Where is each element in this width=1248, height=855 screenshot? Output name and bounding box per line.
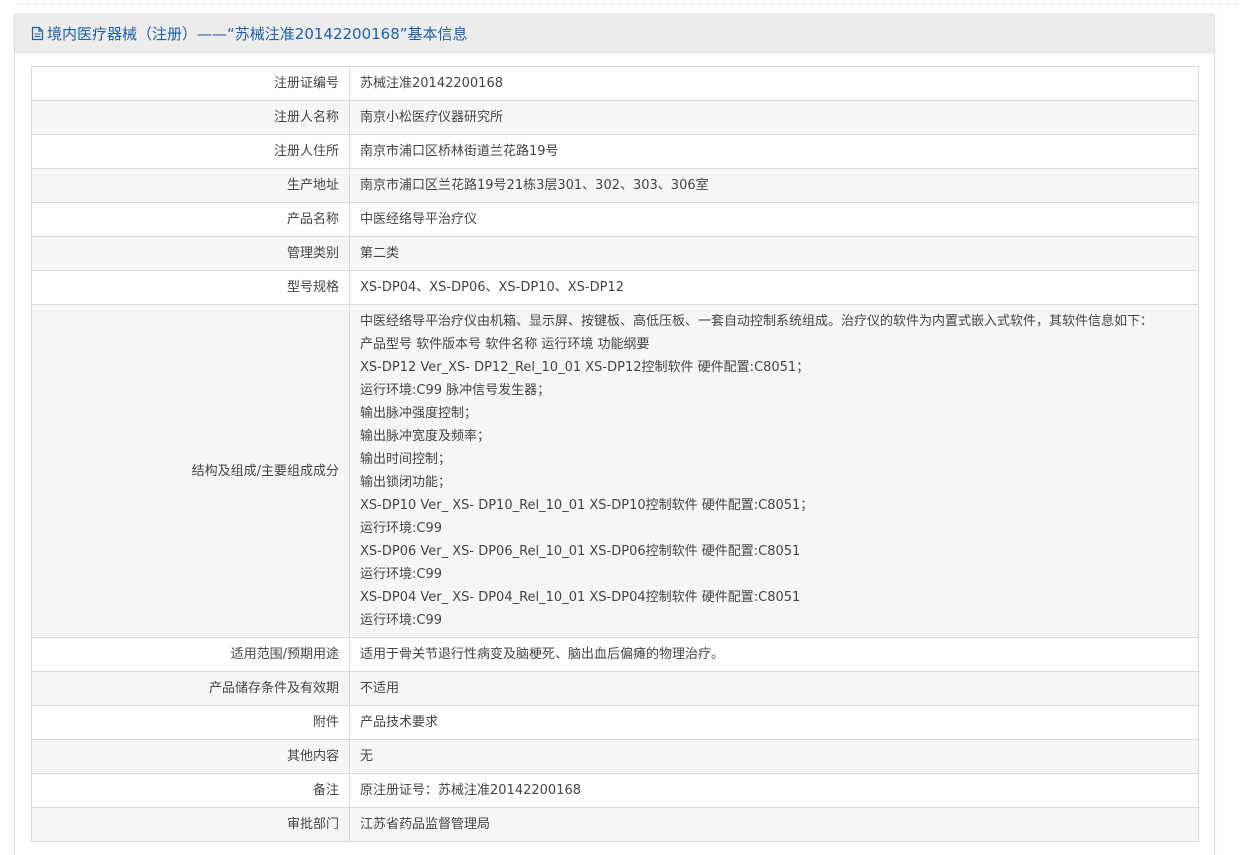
- value-line: 运行环境:C99: [360, 521, 442, 536]
- field-value: 南京市浦口区兰花路19号21栋3层301、302、303、306室: [349, 168, 1199, 203]
- field-value: 无: [349, 739, 1199, 774]
- table-row: 适用范围/预期用途 适用于骨关节退行性病变及脑梗死、脑出血后偏瘫的物理治疗。: [31, 637, 1199, 672]
- table-row: 产品名称 中医经络导平治疗仪: [31, 202, 1199, 237]
- value-line: 输出脉冲强度控制；: [360, 406, 478, 421]
- table-row: 附件 产品技术要求: [31, 705, 1199, 740]
- value-line: 中医经络导平治疗仪由机箱、显示屏、按键板、高低压板、一套自动控制系统组成。治疗仪…: [360, 314, 1154, 329]
- field-label: 备注: [31, 773, 350, 808]
- field-label: 管理类别: [31, 236, 350, 271]
- document-icon: [31, 26, 44, 41]
- top-dotted-rule: [18, 4, 1240, 5]
- value-line: 运行环境:C99: [360, 613, 442, 628]
- table-row: 管理类别 第二类: [31, 236, 1199, 271]
- field-value: 苏械注准20142200168: [349, 66, 1199, 101]
- table-row: 产品储存条件及有效期 不适用: [31, 671, 1199, 706]
- info-table: 注册证编号 苏械注准20142200168 注册人名称 南京小松医疗仪器研究所 注册人住…: [31, 66, 1199, 842]
- table-row: 注册证编号 苏械注准20142200168: [31, 66, 1199, 101]
- page-title: 境内医疗器械（注册）——“苏械注准20142200168”基本信息: [47, 25, 468, 43]
- table-row: 注册人名称 南京小松医疗仪器研究所: [31, 100, 1199, 135]
- field-label: 产品储存条件及有效期: [31, 671, 350, 706]
- field-label: 结构及组成/主要组成成分: [31, 304, 350, 638]
- field-value: 江苏省药品监督管理局: [349, 807, 1199, 842]
- field-value: 适用于骨关节退行性病变及脑梗死、脑出血后偏瘫的物理治疗。: [349, 637, 1199, 672]
- value-line: XS-DP10 Ver_ XS- DP10_Rel_10_01 XS-DP10控…: [360, 498, 814, 513]
- table-row: 其他内容无: [31, 739, 1199, 774]
- field-label: 注册证编号: [31, 66, 350, 101]
- field-value: 不适用: [349, 671, 1199, 706]
- field-label: 注册人住所: [31, 134, 350, 169]
- value-line: XS-DP12 Ver_XS- DP12_Rel_10_01 XS-DP12控制…: [360, 360, 810, 375]
- value-line: 输出锁闭功能；: [360, 475, 452, 490]
- value-line: 产品型号 软件版本号 软件名称 运行环境 功能纲要: [360, 337, 650, 352]
- info-panel: 境内医疗器械（注册）——“苏械注准20142200168”基本信息 注册证编号苏…: [14, 14, 1215, 855]
- field-value: 产品技术要求: [349, 705, 1199, 740]
- field-label: 附件: [31, 705, 350, 740]
- value-line: 运行环境:C99 脉冲信号发生器；: [360, 383, 551, 398]
- field-label: 审批部门: [31, 807, 350, 842]
- field-value: 南京市浦口区桥林街道兰花路19号: [349, 134, 1199, 169]
- panel-header: 境内医疗器械（注册）——“苏械注准20142200168”基本信息: [15, 15, 1214, 53]
- table-row: 注册人住所 南京市浦口区桥林街道兰花路19号: [31, 134, 1199, 169]
- table-row: 审批部门 江苏省药品监督管理局: [31, 807, 1199, 842]
- value-line: 输出脉冲宽度及频率；: [360, 429, 491, 444]
- value-line: 输出时间控制；: [360, 452, 452, 467]
- field-value: 第二类: [349, 236, 1199, 271]
- value-line: XS-DP04 Ver_ XS- DP04_Rel_10_01 XS-DP04控…: [360, 590, 801, 605]
- field-label: 注册人名称: [31, 100, 350, 135]
- value-line: XS-DP06 Ver_ XS- DP06_Rel_10_01 XS-DP06控…: [360, 544, 801, 559]
- field-label: 型号规格: [31, 270, 350, 305]
- table-row: 备注 原注册证号：苏械注准20142200168: [31, 773, 1199, 808]
- table-row: 生产地址 南京市浦口区兰花路19号21栋3层301、302、303、306室: [31, 168, 1199, 203]
- field-label: 其他内容: [31, 739, 350, 774]
- value-line: 运行环境:C99: [360, 567, 442, 582]
- field-value: XS-DP04、XS-DP06、XS-DP10、XS-DP12: [349, 270, 1199, 305]
- field-label: 适用范围/预期用途: [31, 637, 350, 672]
- field-value: 原注册证号：苏械注准20142200168: [349, 773, 1199, 808]
- field-value: 南京小松医疗仪器研究所: [349, 100, 1199, 135]
- field-label: 生产地址: [31, 168, 350, 203]
- field-value: 中医经络导平治疗仪由机箱、显示屏、按键板、高低压板、一套自动控制系统组成。治疗仪…: [349, 304, 1199, 638]
- table-row: 结构及组成/主要组成成分 中医经络导平治疗仪由机箱、显示屏、按键板、高低压板、一套…: [31, 304, 1199, 638]
- field-value: 中医经络导平治疗仪: [349, 202, 1199, 237]
- table-row: 型号规格 XS-DP04、XS-DP06、XS-DP10、XS-DP12: [31, 270, 1199, 305]
- field-label: 产品名称: [31, 202, 350, 237]
